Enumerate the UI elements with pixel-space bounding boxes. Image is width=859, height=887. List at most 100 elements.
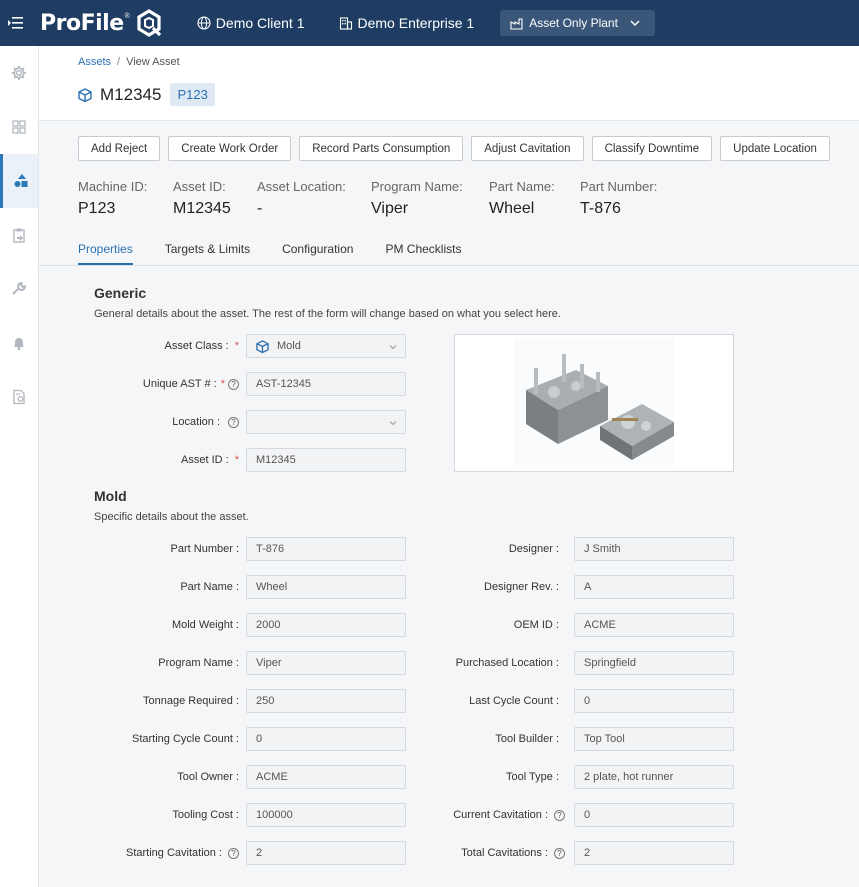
part-number-input[interactable]: T-876 [246, 537, 406, 561]
starting-cavitation-label: Starting Cavitation :? [79, 841, 239, 865]
info-program-name: Program Name: Viper [371, 179, 463, 218]
field-value: Wheel [256, 581, 288, 593]
starting-cavitation-input[interactable]: 2 [246, 841, 406, 865]
info-value: M12345 [173, 200, 231, 217]
info-label: Asset Location: [257, 179, 346, 194]
client-selector[interactable]: Demo Client 1 [197, 0, 305, 46]
update-location-button[interactable]: Update Location [720, 136, 830, 161]
designer-label: Designer : [508, 543, 559, 555]
info-asset-id: Asset ID: M12345 [173, 179, 231, 218]
field-value: Springfield [584, 657, 636, 669]
sidebar-item-settings[interactable] [0, 46, 38, 100]
sidebar-item-dashboard[interactable] [0, 100, 38, 154]
record-parts-consumption-button[interactable]: Record Parts Consumption [299, 136, 464, 161]
tab-targets-limits[interactable]: Targets & Limits [165, 242, 250, 265]
required-marker: * [234, 340, 239, 352]
mold-weight-input[interactable]: 2000 [246, 613, 406, 637]
sidebar-item-alerts[interactable] [0, 316, 38, 370]
total-cavitations-label: Total Cavitations :? [399, 841, 565, 865]
breadcrumb-separator: / [117, 56, 121, 68]
info-value: Viper [371, 200, 409, 217]
current-cavitation-label: Current Cavitation :? [399, 803, 565, 827]
main-content: Add Reject Create Work Order Record Part… [39, 121, 859, 887]
top-bar: ProFile ® Demo Client 1 Demo Enterprise … [0, 0, 859, 46]
label-text: Location : [172, 416, 220, 428]
location-label: Location :? [79, 410, 239, 434]
add-reject-button[interactable]: Add Reject [78, 136, 161, 161]
logo-mark-icon [137, 9, 161, 37]
tool-type-label: Tool Type : [506, 771, 559, 783]
tool-owner-input[interactable]: ACME [246, 765, 406, 789]
breadcrumb-current: View Asset [126, 56, 180, 68]
field-value: 2000 [256, 619, 281, 631]
unique-ast-input[interactable]: AST-12345 [246, 372, 406, 396]
field-value: 2 [256, 847, 263, 859]
help-icon[interactable]: ? [228, 378, 239, 390]
location-select[interactable] [246, 410, 406, 434]
tooling-cost-input[interactable]: 100000 [246, 803, 406, 827]
plant-selector[interactable]: Asset Only Plant [500, 10, 655, 36]
adjust-cavitation-button[interactable]: Adjust Cavitation [471, 136, 584, 161]
tonnage-required-input[interactable]: 250 [246, 689, 406, 713]
help-icon[interactable]: ? [554, 847, 565, 859]
tooling-cost-label: Tooling Cost : [172, 809, 239, 821]
label-text: Current Cavitation : [453, 809, 548, 821]
sidebar-item-maintenance[interactable] [0, 262, 38, 316]
tab-configuration[interactable]: Configuration [282, 242, 353, 265]
breadcrumb-assets-link[interactable]: Assets [78, 56, 111, 68]
assets-icon [14, 174, 27, 187]
starting-cycle-count-input[interactable]: 0 [246, 727, 406, 751]
classify-downtime-button[interactable]: Classify Downtime [591, 136, 713, 161]
breadcrumb: Assets / View Asset [78, 56, 180, 68]
create-work-order-button[interactable]: Create Work Order [168, 136, 292, 161]
label-text: Starting Cavitation : [126, 847, 222, 859]
help-icon[interactable]: ? [554, 809, 565, 821]
oem-id-input[interactable]: ACME [574, 613, 734, 637]
factory-icon [510, 18, 523, 30]
sidebar-item-work-orders[interactable] [0, 208, 38, 262]
asset-class-select[interactable]: Mold [246, 334, 406, 358]
field-value: 2 plate, hot runner [584, 771, 674, 783]
required-marker: * [220, 378, 225, 390]
unique-ast-value: AST-12345 [256, 378, 312, 390]
designer-input[interactable]: J Smith [574, 537, 734, 561]
purchased-location-label: Purchased Location : [455, 657, 559, 669]
clipboard-icon [13, 228, 25, 243]
program-name-input[interactable]: Viper [246, 651, 406, 675]
generic-section-title: Generic [94, 285, 147, 301]
field-value: 100000 [256, 809, 293, 821]
page-title: M12345 [100, 84, 162, 104]
tool-builder-input[interactable]: Top Tool [574, 727, 734, 751]
tab-bar: Properties Targets & Limits Configuratio… [78, 242, 493, 265]
part-number-label: Part Number : [170, 543, 239, 555]
asset-id-input[interactable]: M12345 [246, 448, 406, 472]
field-value: ACME [256, 771, 288, 783]
purchased-location-input[interactable]: Springfield [574, 651, 734, 675]
sidebar [0, 46, 39, 887]
profile-logo[interactable]: ProFile ® [40, 0, 163, 46]
tab-pm-checklists[interactable]: PM Checklists [385, 242, 461, 265]
help-icon[interactable]: ? [228, 847, 239, 859]
current-cavitation-input[interactable]: 0 [574, 803, 734, 827]
enterprise-selector[interactable]: Demo Enterprise 1 [339, 0, 474, 46]
total-cavitations-input[interactable]: 2 [574, 841, 734, 865]
field-value: J Smith [584, 543, 621, 555]
starting-cycle-count-label: Starting Cycle Count : [132, 733, 239, 745]
field-value: 2 [584, 847, 591, 859]
tool-type-input[interactable]: 2 plate, hot runner [574, 765, 734, 789]
chevron-down-icon [630, 20, 640, 26]
last-cycle-count-input[interactable]: 0 [574, 689, 734, 713]
sidebar-item-reports[interactable] [0, 370, 38, 424]
part-name-input[interactable]: Wheel [246, 575, 406, 599]
designer-rev-input[interactable]: A [574, 575, 734, 599]
sidebar-item-assets[interactable] [0, 154, 38, 208]
mold-weight-label: Mold Weight : [171, 619, 239, 631]
help-icon[interactable]: ? [228, 416, 239, 428]
field-value: Top Tool [584, 733, 625, 745]
info-label: Asset ID: [173, 179, 226, 194]
generic-section-description: General details about the asset. The res… [94, 308, 561, 320]
menu-toggle-icon[interactable] [2, 0, 30, 46]
label-text: Unique AST # : [142, 378, 217, 390]
designer-rev-label: Designer Rev. : [484, 581, 559, 593]
tab-properties[interactable]: Properties [78, 242, 133, 265]
